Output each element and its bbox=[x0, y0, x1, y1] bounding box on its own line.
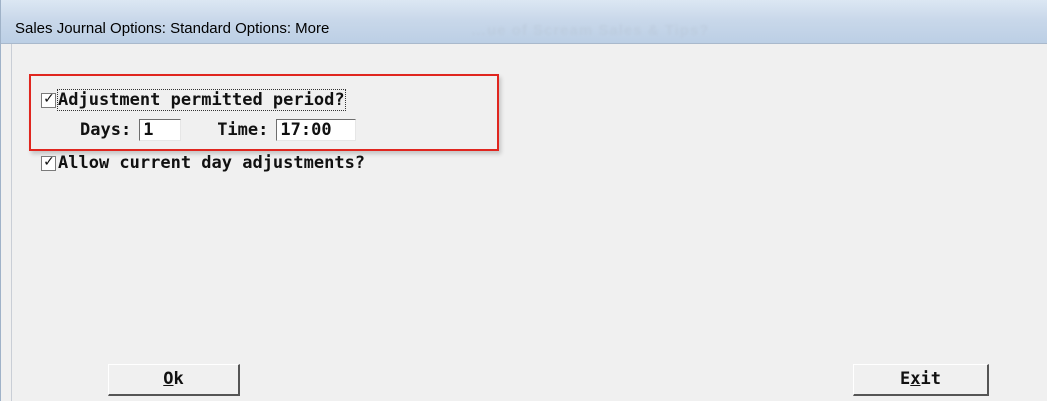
current-day-label[interactable]: Allow current day adjustments? bbox=[58, 153, 365, 173]
ok-hotkey: O bbox=[163, 369, 174, 389]
exit-button[interactable]: Exit bbox=[853, 364, 989, 396]
adjustment-period-row: ✓ Adjustment permitted period? bbox=[41, 89, 346, 111]
window-title: Sales Journal Options: Standard Options:… bbox=[15, 20, 330, 37]
days-label: Days: bbox=[80, 120, 132, 140]
current-day-checkbox[interactable]: ✓ bbox=[41, 153, 56, 171]
current-day-row: ✓ Allow current day adjustments? bbox=[41, 153, 365, 173]
adjustment-period-checkbox[interactable]: ✓ bbox=[41, 90, 56, 108]
background-window-title: …ue of Scream Sales & Tips? bbox=[471, 22, 710, 39]
checkmark-icon: ✓ bbox=[43, 90, 55, 107]
checkmark-icon: ✓ bbox=[43, 153, 55, 170]
exit-label-rest: it bbox=[920, 369, 941, 389]
time-label: Time: bbox=[217, 120, 269, 140]
days-input[interactable] bbox=[139, 119, 182, 141]
adjustment-period-label[interactable]: Adjustment permitted period? bbox=[57, 89, 346, 111]
dialog-window: Sales Journal Options: Standard Options:… bbox=[0, 0, 1047, 401]
exit-label-pre: E bbox=[900, 369, 911, 389]
title-bar[interactable]: Sales Journal Options: Standard Options:… bbox=[1, 0, 1047, 44]
days-time-row: Days: Time: bbox=[80, 119, 357, 141]
ok-label-rest: k bbox=[173, 369, 184, 389]
exit-hotkey: x bbox=[910, 369, 921, 389]
ok-button[interactable]: Ok bbox=[108, 364, 240, 396]
time-input[interactable] bbox=[276, 119, 357, 141]
dialog-content: ✓ Adjustment permitted period? Days: Tim… bbox=[11, 44, 1047, 401]
